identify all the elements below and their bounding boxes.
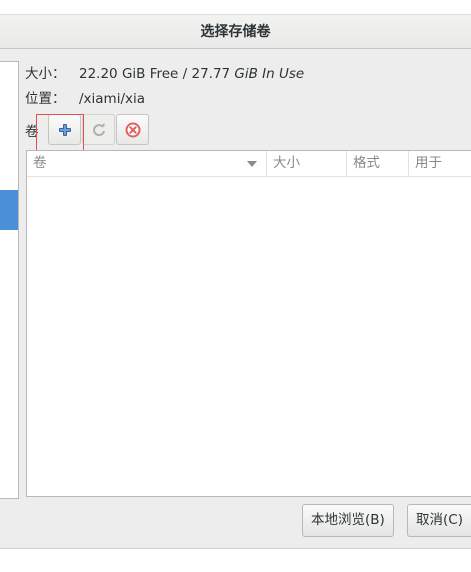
- plus-icon: [58, 123, 71, 136]
- dialog-titlebar[interactable]: 选择存储卷: [0, 15, 471, 49]
- add-volume-button[interactable]: [48, 114, 81, 145]
- dialog-body: 大小： 22.20 GiB Free / 27.77 GiB In Use 位置：…: [0, 49, 471, 548]
- delete-volume-button[interactable]: [116, 114, 149, 145]
- pool-location-label: 位置：: [25, 91, 66, 107]
- volume-table[interactable]: 卷 大小 格式 用于: [26, 150, 471, 497]
- pool-size-row: 大小： 22.20 GiB Free / 27.77 GiB In Use: [25, 62, 304, 82]
- pool-location-row: 位置： /xiami/xia: [25, 87, 145, 107]
- pool-list-selected-item[interactable]: [0, 190, 18, 230]
- pool-size-value-italic: GiB In Use: [234, 66, 305, 82]
- column-header-volume[interactable]: 卷: [27, 151, 267, 176]
- window-top-edge: [0, 0, 471, 15]
- sort-down-icon: [247, 161, 257, 167]
- volume-table-header: 卷 大小 格式 用于: [27, 151, 471, 177]
- pool-location-value: /xiami/xia: [79, 91, 146, 107]
- column-header-used-by[interactable]: 用于: [409, 151, 471, 176]
- dialog-title: 选择存储卷: [200, 24, 271, 40]
- storage-pool-list[interactable]: [0, 61, 19, 499]
- column-header-volume-label: 卷: [33, 155, 47, 171]
- column-header-format[interactable]: 格式: [347, 151, 409, 176]
- refresh-icon: [92, 122, 105, 136]
- pool-size-label: 大小：: [25, 66, 66, 82]
- cancel-button[interactable]: 取消(C): [407, 504, 471, 537]
- pool-size-value-main: 22.20 GiB Free / 27.77: [79, 66, 235, 82]
- browse-local-button[interactable]: 本地浏览(B): [302, 504, 394, 537]
- window-bottom-edge: [0, 548, 471, 572]
- volumes-label: 卷: [25, 124, 39, 140]
- column-header-used-by-label: 用于: [415, 155, 442, 171]
- refresh-volumes-button[interactable]: [82, 114, 115, 145]
- delete-icon: [125, 122, 140, 137]
- column-header-size[interactable]: 大小: [267, 151, 347, 176]
- column-header-size-label: 大小: [273, 155, 300, 171]
- pool-size-value: 22.20 GiB Free / 27.77 GiB In Use: [79, 66, 304, 82]
- column-header-format-label: 格式: [353, 155, 380, 171]
